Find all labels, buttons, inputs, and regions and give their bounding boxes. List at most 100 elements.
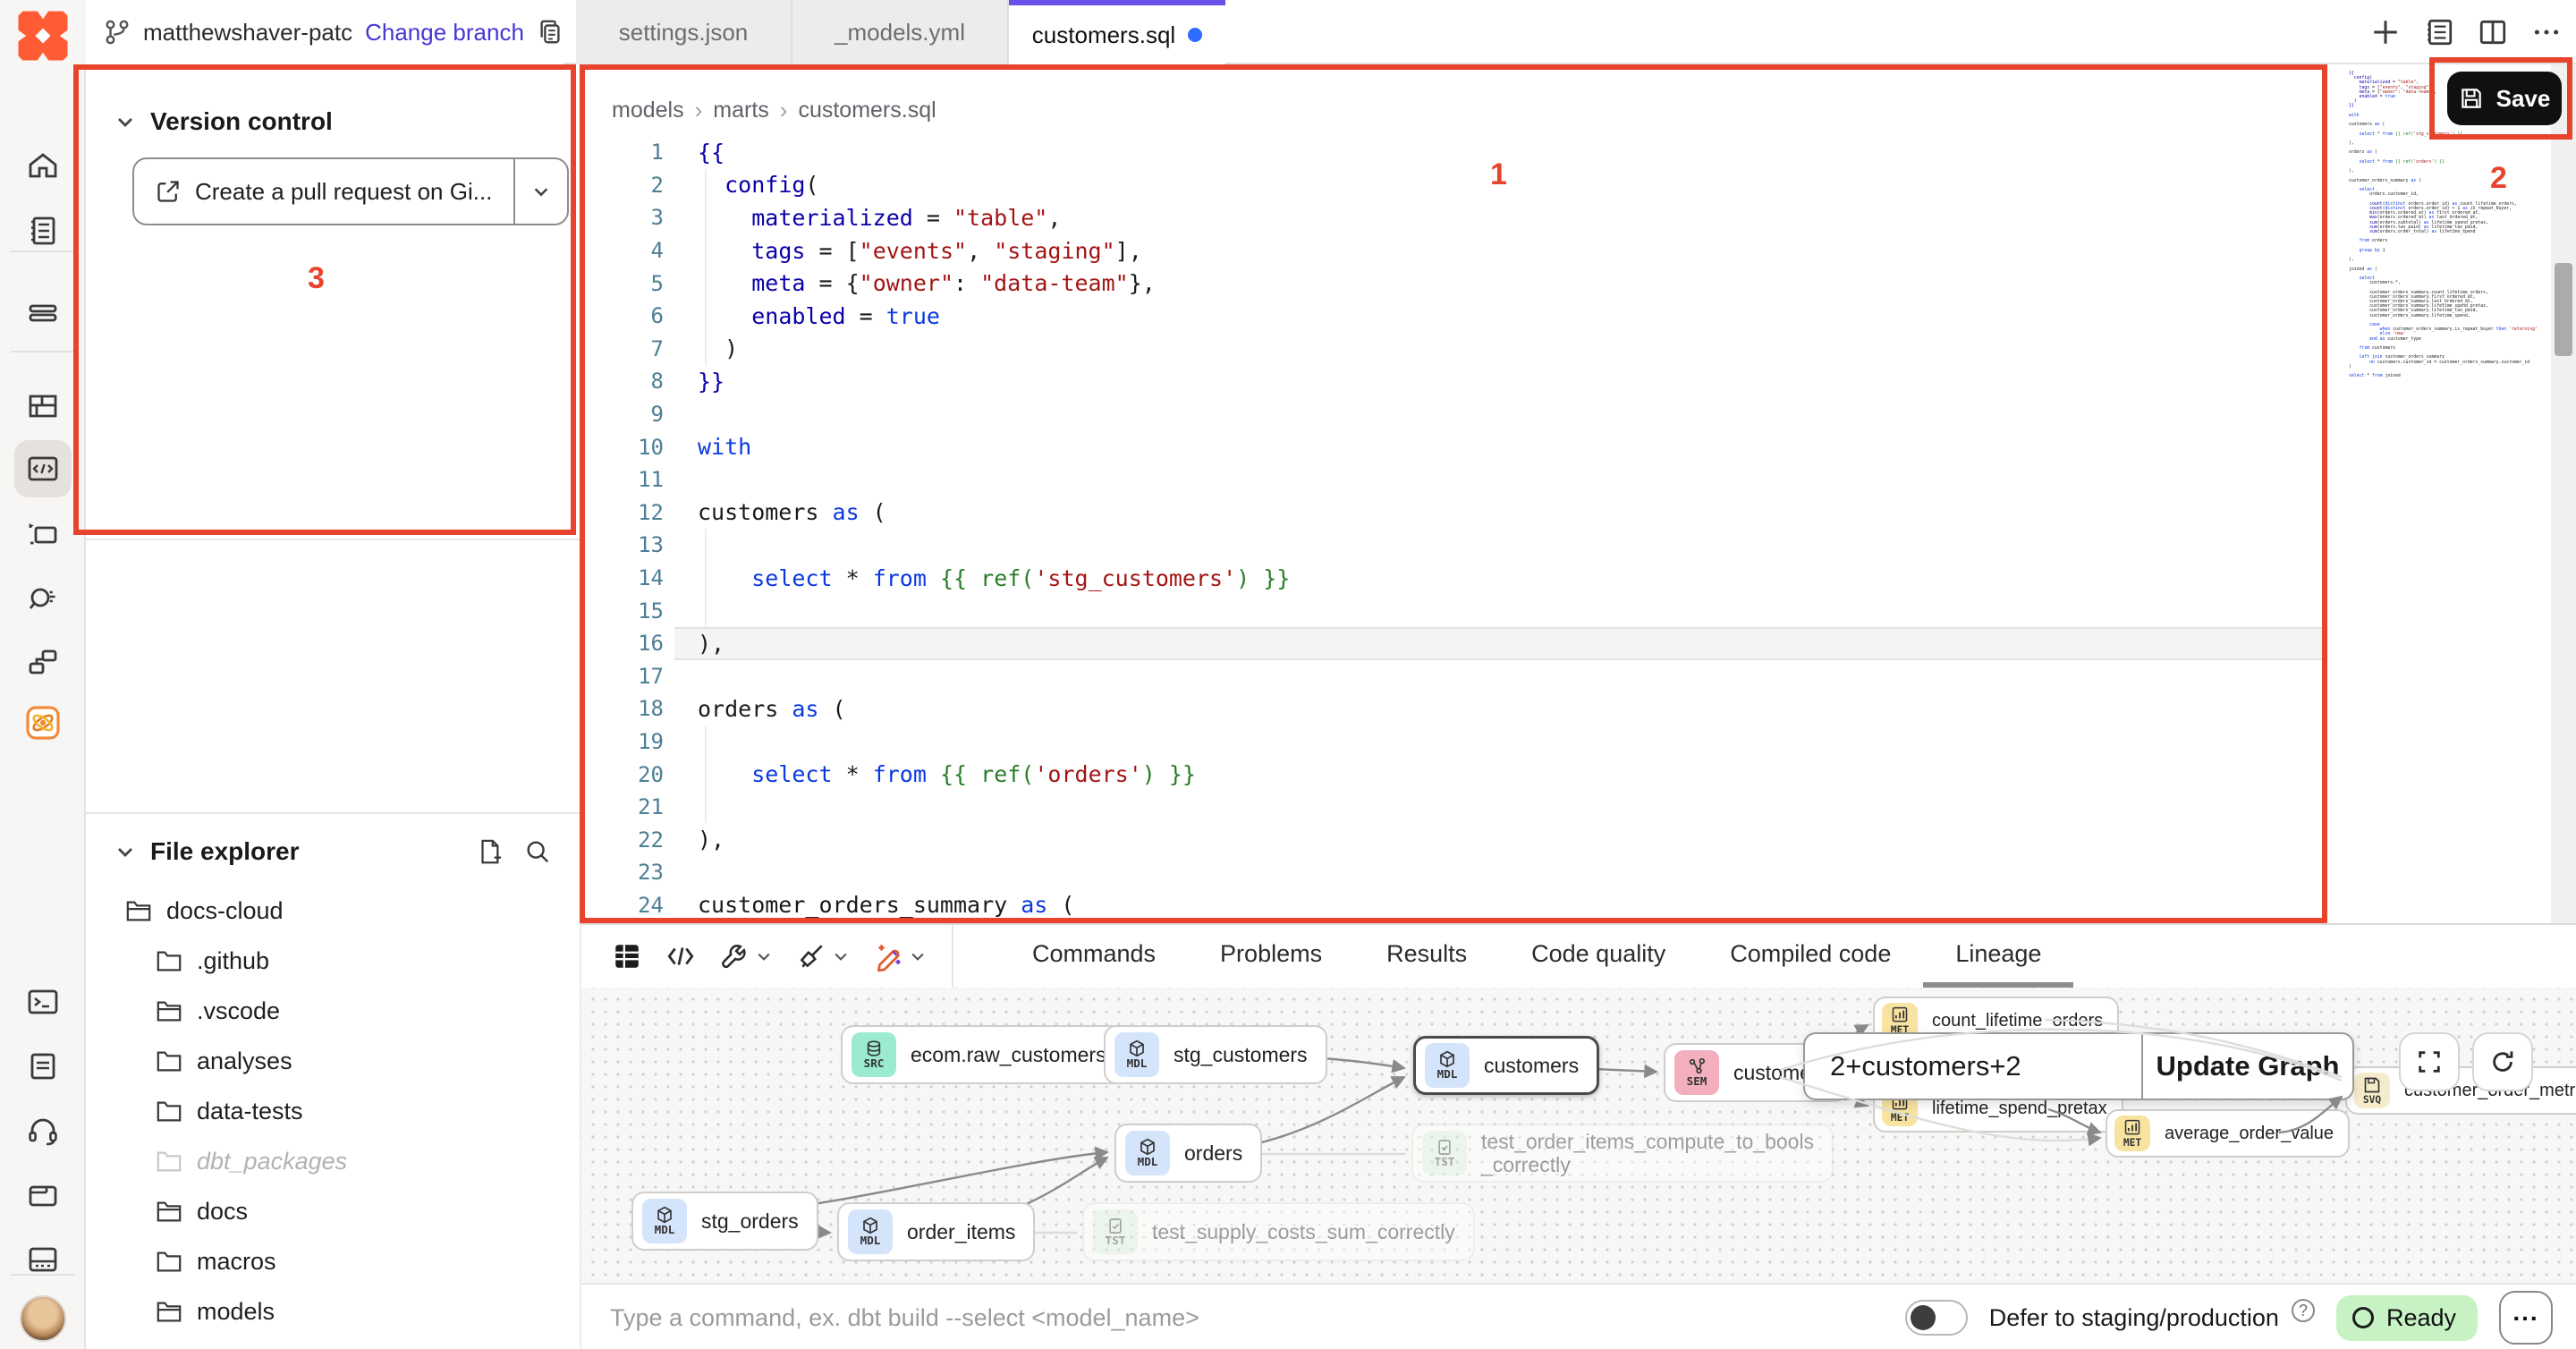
lineage-node-customer_order_metrics[interactable]: SVQcustomer_order_metrics: [2345, 1066, 2576, 1115]
code-line-8[interactable]: 8}}: [581, 365, 2576, 398]
code-line-24[interactable]: 24customer_orders_summary as (: [581, 889, 2576, 922]
clipboard-icon[interactable]: [14, 1038, 72, 1095]
refresh-graph-button[interactable]: [2472, 1032, 2533, 1091]
bottom-tab-lineage[interactable]: Lineage: [1923, 925, 2073, 988]
fullscreen-button[interactable]: [2399, 1032, 2460, 1091]
code-line-17[interactable]: 17: [581, 660, 2576, 693]
code-editor-icon[interactable]: [14, 440, 72, 497]
file-explorer-header[interactable]: File explorer: [114, 837, 551, 866]
lineage-node-test_supply_costs_sum_correctly[interactable]: TSTtest_supply_costs_sum_correctly: [1082, 1202, 1475, 1261]
tab-customers.sql[interactable]: customers.sql: [1009, 0, 1225, 64]
search-icon[interactable]: [524, 838, 551, 865]
code-line-13[interactable]: 13: [581, 529, 2576, 562]
tab-_models.yml[interactable]: _models.yml: [792, 0, 1009, 64]
tree-item-.github[interactable]: .github: [86, 936, 580, 986]
tree-item-macros[interactable]: macros: [86, 1236, 580, 1286]
bottom-tab-code-quality[interactable]: Code quality: [1499, 925, 1698, 988]
code-line-5[interactable]: 5 meta = {"owner": "data-team"},: [581, 267, 2576, 300]
code-line-19[interactable]: 19: [581, 725, 2576, 759]
build-wrench-icon[interactable]: [719, 941, 773, 971]
code-line-6[interactable]: 6 enabled = true: [581, 300, 2576, 333]
compiled-code-icon[interactable]: [665, 941, 696, 971]
graph-selector-input[interactable]: 2+customers+2: [1805, 1034, 2141, 1099]
code-line-1[interactable]: 1{{: [581, 136, 2576, 169]
command-input[interactable]: Type a command, ex. dbt build --select <…: [610, 1304, 1905, 1332]
code-line-12[interactable]: 12customers as (: [581, 496, 2576, 530]
home-icon[interactable]: [14, 140, 72, 197]
save-button[interactable]: Save: [2447, 72, 2562, 125]
lineage-node-customers[interactable]: MDLcustomers: [1413, 1036, 1599, 1095]
new-file-icon[interactable]: [476, 838, 503, 865]
flow-icon[interactable]: [14, 633, 72, 691]
tree-item-data-tests[interactable]: data-tests: [86, 1086, 580, 1136]
lineage-node-stg_customers[interactable]: MDLstg_customers: [1104, 1025, 1327, 1084]
ellipsis-icon[interactable]: [2531, 17, 2562, 47]
tray-icon[interactable]: [14, 284, 72, 342]
dashboard-icon[interactable]: [14, 378, 72, 435]
tree-item-models[interactable]: models: [86, 1286, 580, 1336]
plus-icon[interactable]: [2370, 17, 2401, 47]
lineage-node-average_order_value[interactable]: METaverage_order_value: [2106, 1109, 2350, 1158]
tree-item-marts[interactable]: marts: [86, 1336, 580, 1349]
tree-item-analyses[interactable]: analyses: [86, 1036, 580, 1086]
code-line-21[interactable]: 21: [581, 791, 2576, 824]
create-pull-request-button[interactable]: Create a pull request on Gi...: [132, 157, 569, 225]
breadcrumb-item[interactable]: models: [612, 98, 684, 123]
lineage-node-stg_orders[interactable]: MDLstg_orders: [631, 1192, 818, 1251]
atom-icon[interactable]: [14, 694, 72, 751]
headset-icon[interactable]: [14, 1102, 72, 1159]
user-avatar[interactable]: [20, 1295, 66, 1342]
code-line-3[interactable]: 3 materialized = "table",: [581, 201, 2576, 234]
pr-button-caret[interactable]: [513, 159, 567, 224]
tree-item-docs[interactable]: docs: [86, 1186, 580, 1236]
code-line-16[interactable]: 16),: [581, 627, 2576, 660]
lineage-node-order_items[interactable]: MDLorder_items: [837, 1202, 1035, 1261]
copy-branch-icon[interactable]: [537, 19, 564, 46]
split-view-icon[interactable]: [2478, 17, 2508, 47]
breadcrumb-item[interactable]: marts: [713, 98, 769, 123]
code-line-11[interactable]: 11: [581, 463, 2576, 496]
outline-panel-icon[interactable]: [2424, 17, 2454, 47]
code-editor[interactable]: models›marts›customers.sql 1{{2 config(3…: [580, 64, 2576, 923]
help-icon[interactable]: ?: [2292, 1299, 2315, 1322]
editor-scrollbar[interactable]: [2551, 64, 2576, 923]
code-line-14[interactable]: 14 select * from {{ ref('stg_customers')…: [581, 562, 2576, 595]
copilot-magic-icon[interactable]: [873, 941, 927, 971]
tab-settings.json[interactable]: settings.json: [576, 0, 792, 64]
lineage-node-test_order_items_compute_to_bools[interactable]: TSTtest_order_items_compute_to_bools_cor…: [1411, 1124, 1834, 1183]
terminal-icon[interactable]: [14, 973, 72, 1031]
tree-item-.vscode[interactable]: .vscode: [86, 986, 580, 1036]
tree-item-dbt_packages[interactable]: dbt_packages: [86, 1136, 580, 1186]
code-line-18[interactable]: 18orders as (: [581, 692, 2576, 725]
explore-icon[interactable]: [14, 569, 72, 626]
status-badge[interactable]: Ready: [2336, 1295, 2478, 1341]
bottom-tab-results[interactable]: Results: [1354, 925, 1499, 988]
version-control-header[interactable]: Version control: [114, 107, 333, 136]
lint-broom-icon[interactable]: [796, 941, 850, 971]
storage-icon[interactable]: [14, 1231, 72, 1288]
scrollbar-thumb[interactable]: [2555, 263, 2572, 356]
code-line-15[interactable]: 15: [581, 594, 2576, 627]
code-line-2[interactable]: 2 config(: [581, 169, 2576, 202]
dbt-logo-icon[interactable]: [16, 9, 70, 63]
lineage-node-ecom.raw_customers[interactable]: SRCecom.raw_customers: [841, 1025, 1126, 1084]
results-table-icon[interactable]: [612, 941, 642, 971]
defer-toggle[interactable]: [1905, 1300, 1968, 1336]
tree-item-docs-cloud[interactable]: docs-cloud: [86, 886, 580, 936]
update-graph-button[interactable]: Update Graph: [2141, 1034, 2352, 1099]
code-line-4[interactable]: 4 tags = ["events", "staging"],: [581, 234, 2576, 267]
bottom-tab-commands[interactable]: Commands: [1000, 925, 1188, 988]
code-line-9[interactable]: 9: [581, 398, 2576, 431]
bottom-tab-problems[interactable]: Problems: [1188, 925, 1354, 988]
breadcrumb-item[interactable]: customers.sql: [798, 98, 936, 123]
code-line-20[interactable]: 20 select * from {{ ref('orders') }}: [581, 758, 2576, 791]
code-line-7[interactable]: 7 ): [581, 333, 2576, 366]
frame-icon[interactable]: [14, 506, 72, 564]
code-line-23[interactable]: 23: [581, 856, 2576, 889]
lineage-canvas[interactable]: SRCecom.raw_customersMDLstg_customers MDL…: [581, 988, 2576, 1283]
bottom-tab-compiled-code[interactable]: Compiled code: [1698, 925, 1923, 988]
wallet-icon[interactable]: [14, 1167, 72, 1224]
code-line-10[interactable]: 10with: [581, 430, 2576, 463]
more-actions-button[interactable]: ...: [2499, 1291, 2553, 1345]
code-line-22[interactable]: 22),: [581, 823, 2576, 856]
